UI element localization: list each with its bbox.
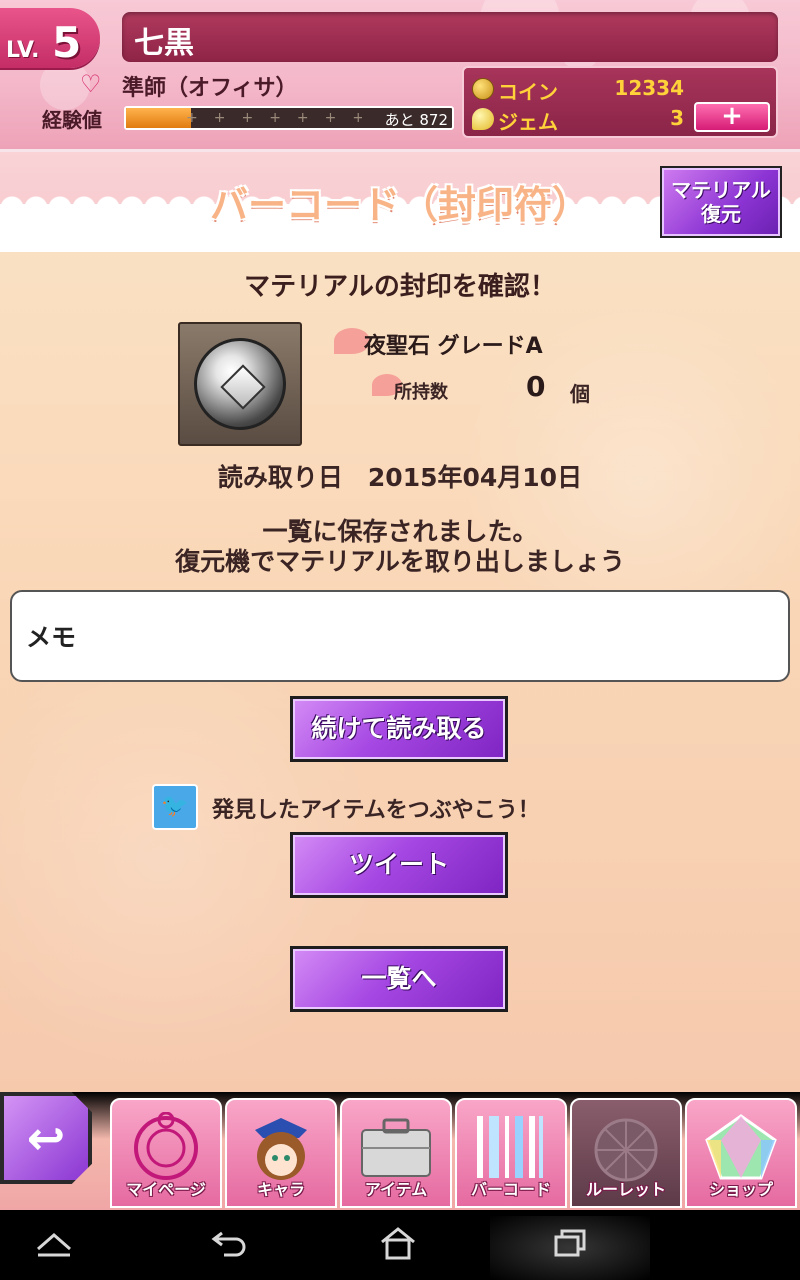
exp-bar-decoration: +++++++++	[186, 110, 362, 126]
coin-icon	[472, 78, 494, 100]
tab-item[interactable]: アイテム	[340, 1098, 452, 1208]
character-icon	[237, 1112, 325, 1182]
tab-chara[interactable]: キャラ	[225, 1098, 337, 1208]
roulette-icon	[582, 1112, 670, 1182]
gem-value: 3	[670, 106, 684, 130]
coin-value: 12334	[614, 76, 684, 100]
back-button[interactable]: ↩	[0, 1092, 92, 1184]
heart-icon: ♡	[80, 70, 102, 98]
tab-mypage[interactable]: マイページ	[110, 1098, 222, 1208]
level-badge: LV. 5	[0, 8, 100, 68]
diamond-icon	[194, 338, 286, 430]
twitter-bird-icon: 🐦	[152, 784, 198, 830]
system-home-icon[interactable]	[368, 1226, 428, 1270]
system-home-chevron-icon[interactable]	[24, 1226, 84, 1270]
add-gem-button[interactable]: +	[694, 102, 770, 132]
player-name: 七黒	[134, 26, 194, 61]
exp-progress-bar: +++++++++ あと 872	[124, 106, 454, 130]
material-restore-button[interactable]: マテリアル 復元	[660, 166, 782, 238]
briefcase-icon	[352, 1112, 440, 1182]
diamond-facet	[220, 364, 266, 410]
item-thumbnail	[178, 322, 302, 446]
system-recent-apps-icon[interactable]	[540, 1226, 600, 1270]
read-date: 読み取り日 2015年04月10日	[217, 463, 583, 492]
memo-field[interactable]: メモ	[10, 590, 790, 682]
owned-count-value: 0	[526, 370, 546, 403]
back-arrow-icon: ↩	[26, 1111, 66, 1165]
exp-progress-fill	[126, 108, 192, 128]
level-prefix: LV.	[6, 38, 40, 63]
currency-panel: コイン 12334 ジェム 3 +	[462, 66, 778, 138]
owned-count-label: 所持数	[394, 382, 448, 403]
gem-icon	[697, 1112, 785, 1182]
tab-label: バーコード	[470, 1180, 551, 1199]
tab-label: マイページ	[126, 1180, 206, 1199]
tab-label: アイテム	[364, 1180, 428, 1199]
tab-shop[interactable]: ショップ	[685, 1098, 797, 1208]
player-name-bar: 七黒	[122, 12, 778, 62]
mypage-emblem-icon	[122, 1111, 210, 1182]
tweet-button[interactable]: ツイート	[290, 832, 508, 898]
memo-label: メモ	[26, 623, 77, 652]
continue-scan-button[interactable]: 続けて読み取る	[290, 696, 508, 762]
exp-remaining: あと 872	[384, 111, 448, 129]
saved-message-line-2: 復元機でマテリアルを取り出しましょう	[175, 547, 625, 576]
tab-barcode[interactable]: バーコード	[455, 1098, 567, 1208]
tab-roulette[interactable]: ルーレット	[570, 1098, 682, 1208]
level-number: 5	[52, 18, 82, 67]
gem-label: ジェム	[498, 110, 558, 134]
system-back-icon[interactable]	[200, 1226, 260, 1270]
coin-label: コイン	[498, 80, 558, 104]
exp-label: 経験値	[42, 108, 102, 132]
list-button[interactable]: 一覧へ	[290, 946, 508, 1012]
barcode-icon	[467, 1112, 555, 1182]
tab-label: ルーレット	[585, 1180, 666, 1199]
material-restore-label-2: 復元	[701, 202, 741, 226]
gem-currency-icon	[472, 108, 494, 130]
tweet-prompt: 発見したアイテムをつぶやこう！	[212, 798, 540, 823]
player-rank: 準師（オフィサ）	[122, 76, 298, 101]
bottom-nav: ↩ マイページ キャラ アイテム バーコード ルーレット ショップ	[0, 1092, 800, 1210]
item-name: 夜聖石 グレードA	[364, 334, 543, 359]
tab-label: ショップ	[708, 1180, 773, 1199]
android-system-bar	[0, 1216, 800, 1280]
tab-label: キャラ	[256, 1180, 305, 1199]
status-header: LV. 5 七黒 ♡ 準師（オフィサ） 経験値 +++++++++ あと 872…	[0, 0, 800, 152]
owned-count-unit: 個	[570, 382, 590, 406]
main-content: バーコード（封印符） マテリアル 復元 マテリアルの封印を確認！ 夜聖石 グレー…	[0, 152, 800, 1092]
material-restore-label-1: マテリアル	[671, 178, 771, 202]
confirm-heading: マテリアルの封印を確認！	[244, 272, 556, 302]
